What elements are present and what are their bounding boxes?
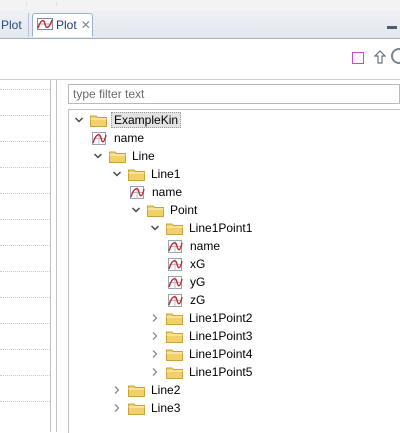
folder-icon <box>90 114 107 127</box>
chevron-right-icon[interactable] <box>111 399 123 417</box>
plot-tab-label: Plot <box>1 18 22 32</box>
strip-divider <box>30 2 57 6</box>
tree-item-label: xG <box>190 257 206 271</box>
left-panel-row <box>0 115 50 116</box>
tree-item-label: name <box>190 239 221 253</box>
chevron-right-icon[interactable] <box>149 327 161 345</box>
left-panel-row <box>0 375 50 376</box>
toolbar <box>0 39 400 80</box>
tree-folder-row[interactable]: ExampleKin <box>73 111 182 129</box>
folder-icon <box>109 150 126 163</box>
tree-item-label: Point <box>170 203 198 217</box>
panel-divider[interactable] <box>56 80 65 432</box>
attribute-icon <box>167 275 183 290</box>
tree-folder-row[interactable]: Line1Point5 <box>149 363 254 381</box>
tree-attribute-row[interactable]: name <box>167 237 222 255</box>
folder-icon <box>166 312 183 325</box>
tree-folder-row[interactable]: Line1Point3 <box>149 327 254 345</box>
attribute-icon <box>129 185 145 200</box>
plot-tab-label: Plot <box>56 18 77 32</box>
tree-folder-row[interactable]: Line1Point4 <box>149 345 254 363</box>
arrow-up-icon[interactable] <box>373 49 387 65</box>
chevron-down-icon[interactable] <box>130 201 142 219</box>
folder-icon <box>128 168 145 181</box>
folder-icon <box>166 222 183 235</box>
left-panel-row <box>0 323 50 324</box>
tree-item-label: yG <box>190 275 206 289</box>
attribute-icon <box>167 293 183 308</box>
left-panel-row <box>0 271 50 272</box>
left-panel-row <box>0 193 50 194</box>
left-panel-row <box>0 349 50 350</box>
attribute-icon <box>167 257 183 272</box>
tree-folder-row[interactable]: Line3 <box>111 399 182 417</box>
tree-item-label: name <box>114 131 145 145</box>
left-panel-row <box>0 297 50 298</box>
folder-icon <box>166 348 183 361</box>
square-icon[interactable] <box>352 52 364 64</box>
view-menu-icon[interactable] <box>387 26 397 29</box>
tree-item-label: Line2 <box>151 383 181 397</box>
tree-folder-row[interactable]: Line2 <box>111 381 182 399</box>
folder-icon <box>166 330 183 343</box>
folder-icon <box>147 204 164 217</box>
tree-item-label: Line1Point3 <box>189 329 253 343</box>
tab-plot-active[interactable]: Plot ✕ <box>32 13 93 37</box>
tree-item-label: Line1Point1 <box>189 221 253 235</box>
tab-bar: Plot Plot ✕ <box>0 10 400 39</box>
tree-folder-row[interactable]: Line1Point2 <box>149 309 254 327</box>
tree-item-label: Line1Point2 <box>189 311 253 325</box>
left-panel-row <box>0 167 50 168</box>
tree-folder-row[interactable]: Point <box>130 201 199 219</box>
left-panel-row <box>0 141 50 142</box>
tree-item-label: zG <box>190 293 206 307</box>
tree-item-label: name <box>152 185 183 199</box>
folder-icon <box>166 366 183 379</box>
left-panel-row <box>0 219 50 220</box>
tree-attribute-row[interactable]: xG <box>167 255 207 273</box>
tab-plot[interactable]: Plot <box>0 13 29 37</box>
chevron-right-icon[interactable] <box>149 363 161 381</box>
chevron-right-icon[interactable] <box>149 345 161 363</box>
tree-folder-row[interactable]: Line1 <box>111 165 182 183</box>
tree-item-label: Line1Point4 <box>189 347 253 361</box>
tree-item-label: ExampleKin <box>111 112 182 128</box>
plot-icon <box>37 17 53 34</box>
toolbar-overflow-icon[interactable] <box>391 48 400 64</box>
chevron-right-icon[interactable] <box>111 381 123 399</box>
top-strip <box>0 0 400 10</box>
tree-view: ExampleKin name Line Line1 name Point Line1Poi… <box>68 109 400 433</box>
tree-item-label: Line1Point5 <box>189 365 253 379</box>
chevron-right-icon[interactable] <box>149 309 161 327</box>
tree-attribute-row[interactable]: name <box>91 129 146 147</box>
filter-input[interactable] <box>68 84 400 104</box>
chevron-down-icon[interactable] <box>73 111 85 129</box>
left-panel-row <box>0 245 50 246</box>
left-panel <box>0 80 51 432</box>
tree-item-label: Line1 <box>151 167 181 181</box>
folder-icon <box>128 384 145 397</box>
left-panel-row <box>0 401 50 402</box>
strip-divider <box>0 2 27 6</box>
attribute-icon <box>91 131 107 146</box>
tree-item-label: Line3 <box>151 401 181 415</box>
tree-attribute-row[interactable]: zG <box>167 291 207 309</box>
tree-attribute-row[interactable]: name <box>129 183 184 201</box>
tree-item-label: Line <box>132 149 155 163</box>
tree-attribute-row[interactable]: yG <box>167 273 207 291</box>
chevron-down-icon[interactable] <box>111 165 123 183</box>
left-panel-row <box>0 89 50 90</box>
chevron-down-icon[interactable] <box>92 147 104 165</box>
chevron-down-icon[interactable] <box>149 219 161 237</box>
tree-folder-row[interactable]: Line <box>92 147 157 165</box>
attribute-icon <box>167 239 183 254</box>
close-icon[interactable]: ✕ <box>81 18 91 32</box>
folder-icon <box>128 402 145 415</box>
tree-folder-row[interactable]: Line1Point1 <box>149 219 254 237</box>
